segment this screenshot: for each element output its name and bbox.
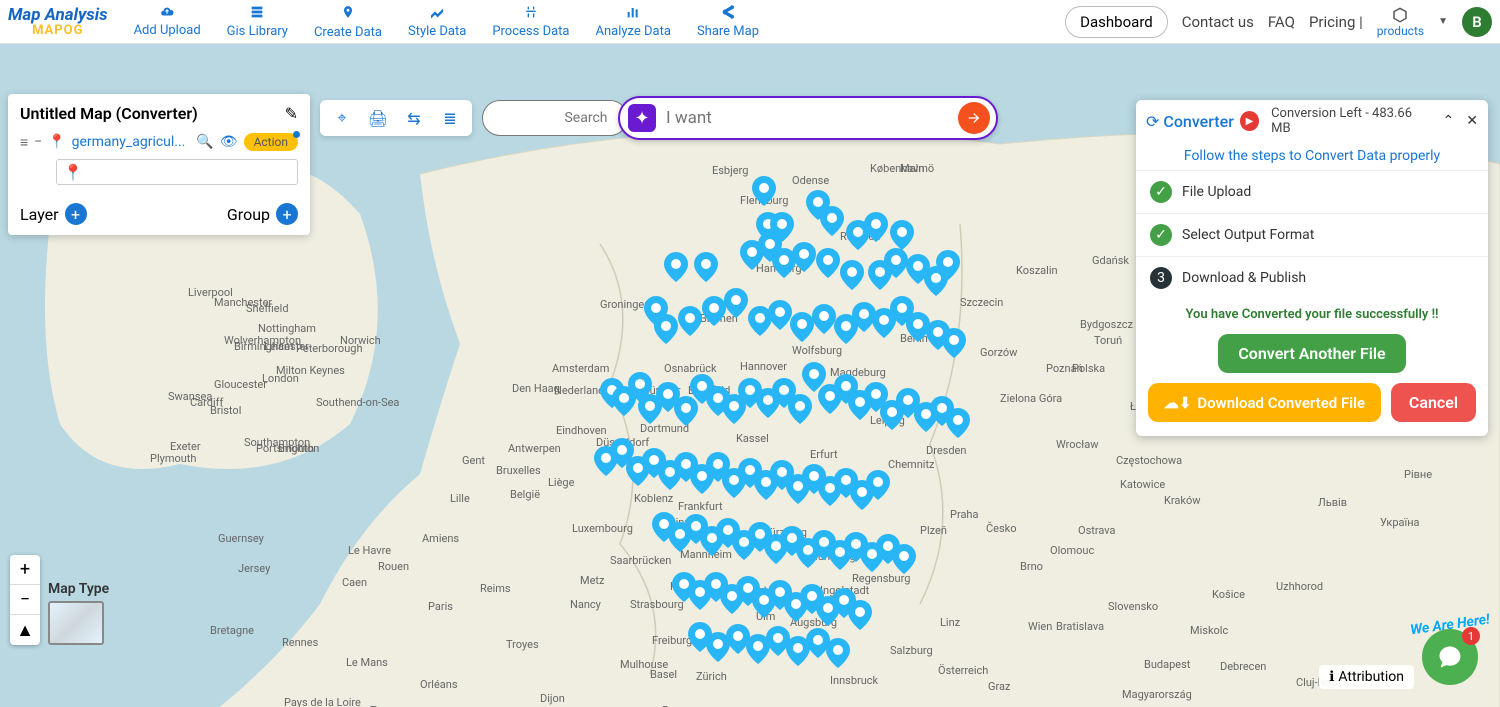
locate-icon[interactable]: ⌖: [332, 108, 352, 128]
products-link[interactable]: products: [1377, 6, 1424, 38]
add-group-button[interactable]: Group+: [227, 203, 298, 225]
zoom-in-button[interactable]: +: [10, 555, 40, 585]
action-chip[interactable]: Action: [244, 133, 298, 151]
chat-icon: [1436, 643, 1464, 671]
download-converted-button[interactable]: ☁⬇ Download Converted File: [1148, 383, 1381, 422]
basemap-thumbnail[interactable]: [48, 601, 104, 645]
step-label: Download & Publish: [1182, 270, 1306, 286]
user-avatar[interactable]: B: [1462, 7, 1492, 37]
pin-icon: 📍: [48, 134, 65, 150]
faq-link[interactable]: FAQ: [1268, 13, 1295, 31]
converter-title: ⟳ Converter: [1146, 112, 1234, 131]
map-toolbar: ⌖ 🖨 ⇆ ≣ 🔍: [320, 100, 628, 136]
map-canvas[interactable]: LondonParisBerlinAmsterdamHamburgPrahaWi…: [0, 44, 1500, 707]
legend-icon[interactable]: ≣: [440, 108, 460, 128]
style-icon: [428, 4, 446, 24]
step-number: 3: [1150, 267, 1172, 289]
cancel-button[interactable]: Cancel: [1391, 383, 1476, 422]
point-icon: 📍: [63, 163, 83, 182]
map-title: Untitled Map (Converter): [20, 104, 198, 123]
converter-step-3[interactable]: 3 Download & Publish: [1136, 256, 1488, 299]
layer-name[interactable]: germany_agricul...: [72, 134, 191, 150]
nav-analyze-data[interactable]: Analyze Data: [586, 1, 681, 42]
dropdown-icon[interactable]: ▼: [1438, 16, 1448, 27]
chat-button[interactable]: 1: [1422, 629, 1478, 685]
iwant-plus-button[interactable]: ✦: [628, 104, 656, 132]
nav-process-data[interactable]: Process Data: [482, 1, 579, 42]
check-icon: ✓: [1150, 181, 1172, 203]
zoom-to-layer-icon[interactable]: 🔍: [196, 134, 213, 150]
measure-icon[interactable]: ⇆: [404, 108, 424, 128]
nav-share-map[interactable]: Share Map: [687, 1, 769, 42]
edit-title-icon[interactable]: ✎: [285, 104, 298, 123]
pricing-link[interactable]: Pricing |: [1309, 13, 1363, 31]
iwant-box: ✦: [618, 96, 998, 140]
collapse-icon[interactable]: −: [34, 134, 42, 150]
step-label: File Upload: [1182, 184, 1251, 200]
cube-icon: [1391, 6, 1409, 24]
dashboard-button[interactable]: Dashboard: [1065, 6, 1168, 38]
attribution-button[interactable]: ℹ Attribution: [1319, 665, 1414, 689]
close-panel-icon[interactable]: ✕: [1466, 113, 1478, 129]
nav-gis-library[interactable]: Gis Library: [217, 1, 298, 42]
cloud-upload-icon: [158, 5, 176, 23]
map-type-switcher: Map Type: [48, 581, 109, 645]
youtube-icon[interactable]: ▶: [1240, 111, 1259, 131]
iwant-input[interactable]: [666, 108, 948, 128]
converter-step-1[interactable]: ✓ File Upload: [1136, 170, 1488, 213]
converter-step-2[interactable]: ✓ Select Output Format: [1136, 213, 1488, 256]
zoom-out-button[interactable]: −: [10, 585, 40, 615]
library-icon: [249, 4, 265, 24]
step-label: Select Output Format: [1182, 227, 1314, 243]
iwant-go-button[interactable]: [958, 102, 990, 134]
arrow-right-icon: [966, 110, 982, 126]
print-icon[interactable]: 🖨: [368, 108, 388, 128]
info-icon: ℹ: [1329, 669, 1334, 685]
success-message: You have Converted your file successfull…: [1136, 299, 1488, 330]
chat-count-badge: 1: [1462, 627, 1480, 645]
collapse-panel-icon[interactable]: ⌃: [1443, 113, 1455, 129]
north-button[interactable]: ▲: [10, 615, 40, 645]
contact-link[interactable]: Contact us: [1182, 13, 1254, 31]
drag-handle-icon[interactable]: ≡: [20, 134, 28, 151]
layer-panel: Untitled Map (Converter) ✎ ≡ − 📍 germany…: [8, 94, 310, 235]
nav-add-upload[interactable]: Add Upload: [124, 1, 211, 42]
search-box[interactable]: 🔍: [482, 100, 628, 136]
nav-style-data[interactable]: Style Data: [398, 1, 476, 42]
analyze-icon: [624, 4, 642, 24]
share-icon: [720, 4, 736, 24]
nav-create-data[interactable]: Create Data: [304, 1, 392, 42]
add-layer-button[interactable]: Layer+: [20, 203, 87, 225]
brand-logo[interactable]: Map Analysis MAPOG: [8, 7, 108, 37]
pin-icon: [341, 3, 355, 25]
layer-geometry-row[interactable]: 📍: [56, 159, 298, 185]
convert-another-button[interactable]: Convert Another File: [1218, 334, 1405, 373]
check-icon: ✓: [1150, 224, 1172, 246]
zoom-control: + − ▲: [10, 555, 40, 645]
visibility-icon[interactable]: 👁: [220, 134, 238, 150]
refresh-icon[interactable]: ⟳: [1146, 112, 1159, 131]
converter-panel: ⟳ Converter ▶ Conversion Left - 483.66 M…: [1136, 100, 1488, 436]
top-nav-bar: Map Analysis MAPOG Add UploadGis Library…: [0, 0, 1500, 44]
converter-subtitle: Follow the steps to Convert Data properl…: [1136, 142, 1488, 170]
conversion-remaining: Conversion Left - 483.66 MB: [1271, 106, 1428, 136]
process-icon: [522, 4, 540, 24]
cloud-download-icon: ☁⬇: [1164, 394, 1192, 412]
